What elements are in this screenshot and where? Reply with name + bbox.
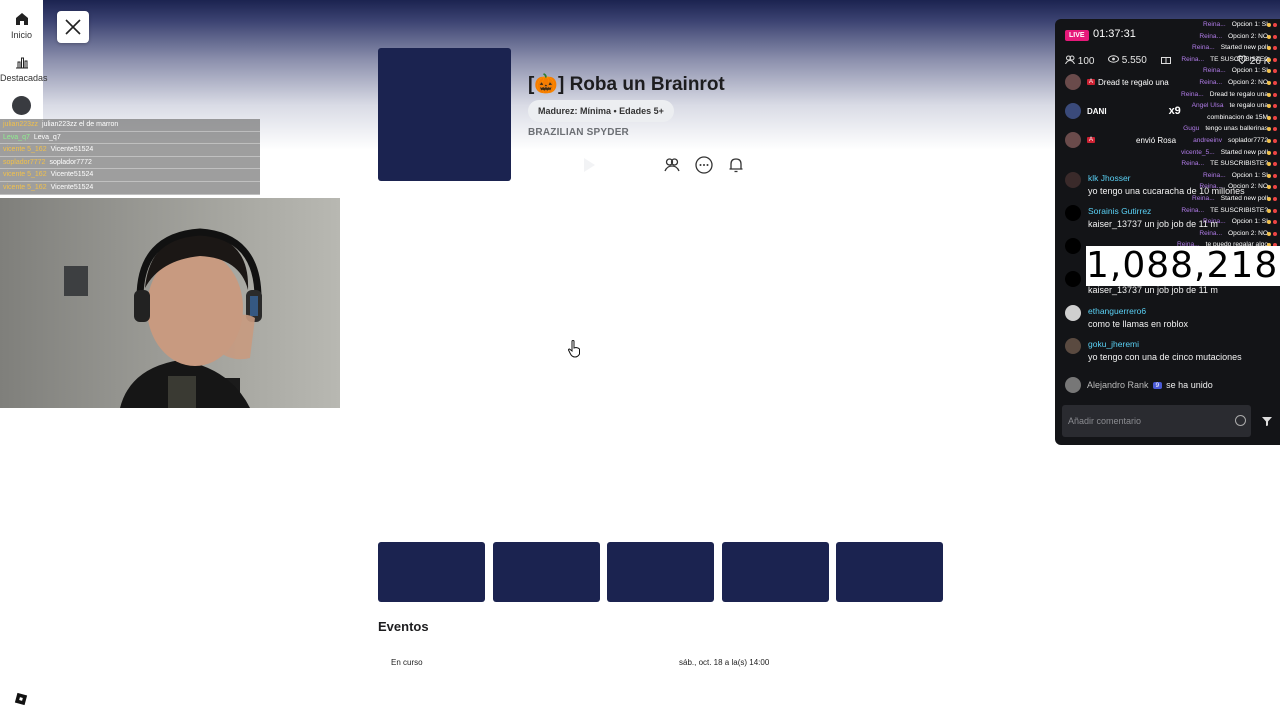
overlay-row: combinacion de 15M xyxy=(1165,112,1280,124)
creator-link[interactable]: BRAZILIAN SPYDER xyxy=(528,127,629,138)
home-icon xyxy=(15,13,28,25)
avatar xyxy=(1065,305,1081,321)
overlay-row: Gugu tengo unas ballerinas xyxy=(1165,123,1280,135)
level-badge: A xyxy=(1087,79,1096,85)
notify-button[interactable] xyxy=(723,152,749,178)
avatar[interactable] xyxy=(12,96,31,115)
overlay-row: andreeinv soplador7772 xyxy=(1165,135,1280,147)
overlay-row: Reina... Opcion 2: NO xyxy=(1165,77,1280,89)
media-tile[interactable] xyxy=(607,542,714,602)
people-icon xyxy=(1065,55,1075,65)
bell-icon xyxy=(729,158,743,173)
more-icon xyxy=(695,156,713,174)
mini-chat-row: julian223zz julian223zz el de marron xyxy=(0,119,260,132)
mini-chat-row: vicente 5_162 Vicente51524 xyxy=(0,182,260,195)
poll-overlay: Reina... Opcion 1: SI Reina... Opcion 2: N… xyxy=(1165,19,1280,249)
overlay-row: vicente_5... Started new poll xyxy=(1165,147,1280,159)
event-date: sáb., oct. 18 a la(s) 14:00 xyxy=(679,658,770,667)
overlay-row: Reina... TE SUSCRIBISTE? xyxy=(1165,158,1280,170)
mini-chat-overlay: julian223zz julian223zz el de marron Leva… xyxy=(0,119,260,195)
media-tile[interactable] xyxy=(836,542,943,602)
streamer-video-frame xyxy=(64,228,262,408)
nav-featured[interactable]: Destacadas xyxy=(0,55,48,83)
overlay-row: Reina... Opcion 2: NO xyxy=(1165,31,1280,43)
chart-icon xyxy=(15,57,28,69)
mini-chat-row: soplador7772 soplador7772 xyxy=(0,157,260,170)
nav-home[interactable]: Inicio xyxy=(0,12,43,40)
gift-row: DANI x9 xyxy=(1065,102,1181,120)
roblox-logo-icon[interactable] xyxy=(14,692,28,706)
gift-row: A envió Rosa xyxy=(1065,131,1176,149)
donation-counter: 1,088,218 xyxy=(1086,245,1280,286)
webcam-feed xyxy=(0,198,340,408)
more-options-button[interactable] xyxy=(691,152,717,178)
mini-chat-row: vicente 5_162 Vicente51524 xyxy=(0,169,260,182)
avatar xyxy=(1065,103,1081,119)
overlay-row: Reina... Opcion 1: SI xyxy=(1165,19,1280,31)
nav-home-label: Inicio xyxy=(10,30,32,40)
avatar xyxy=(1065,338,1081,354)
avatar xyxy=(1065,238,1081,254)
media-tile[interactable] xyxy=(722,542,829,602)
overlay-row: Reina... TE SUSCRIBISTE? xyxy=(1165,54,1280,66)
avatar xyxy=(1065,132,1081,148)
comment-input[interactable] xyxy=(1062,405,1222,437)
followers-stat: 100 xyxy=(1065,55,1094,67)
join-notice: Alejandro Rank 9 se ha unido xyxy=(1065,377,1213,393)
close-icon xyxy=(65,19,81,35)
avatar xyxy=(1065,205,1081,221)
level-badge: A xyxy=(1087,137,1096,143)
maturity-badge: Madurez: Mínima • Edades 5+ xyxy=(528,100,674,122)
mini-chat-row: vicente 5_162 Vicente51524 xyxy=(0,144,260,157)
close-button[interactable] xyxy=(57,11,89,43)
live-badge: LIVE xyxy=(1065,30,1089,41)
emoji-icon[interactable] xyxy=(1235,415,1246,426)
people-icon xyxy=(664,158,680,172)
avatar xyxy=(1065,271,1081,287)
overlay-row: Angel Ulsa te regalo una xyxy=(1165,100,1280,112)
viewers-stat: 5.550 xyxy=(1108,55,1147,66)
mini-chat-row: Leva_q7 Leva_q7 xyxy=(0,132,260,145)
hand-cursor-icon xyxy=(567,340,580,358)
events-heading: Eventos xyxy=(378,619,429,634)
event-status: En curso xyxy=(391,658,423,667)
avatar xyxy=(1065,172,1081,188)
overlay-row: Reina... Opcion 1: SI xyxy=(1165,65,1280,77)
send-icon[interactable] xyxy=(1261,415,1273,427)
stream-timer: 01:37:31 xyxy=(1093,28,1136,40)
stream-chat-panel: LIVE 01:37:31 100 5.550 26 K Reina... Opc… xyxy=(1055,19,1280,445)
gift-row: A Dread te regalo una xyxy=(1065,73,1169,91)
overlay-row: Reina... Opcion 2: NO xyxy=(1165,228,1280,240)
media-tile[interactable] xyxy=(493,542,600,602)
media-tile[interactable] xyxy=(378,542,485,602)
overlay-row: Reina... Opcion 1: SI xyxy=(1165,170,1280,182)
comment-box xyxy=(1062,405,1251,437)
nav-featured-label: Destacadas xyxy=(0,73,48,83)
game-thumbnail[interactable] xyxy=(378,48,511,181)
game-title: [🎃] Roba un Brainrot xyxy=(528,74,725,95)
overlay-row: Reina... Dread te regalo una xyxy=(1165,89,1280,101)
avatar xyxy=(1065,74,1081,90)
play-icon[interactable] xyxy=(584,158,595,172)
level-badge: 9 xyxy=(1152,381,1163,389)
overlay-row: Reina... Started new poll xyxy=(1165,42,1280,54)
avatar xyxy=(1065,377,1081,393)
eye-icon xyxy=(1108,55,1119,63)
party-button[interactable] xyxy=(659,152,685,178)
overlay-row: Reina... TE SUSCRIBISTE? xyxy=(1165,205,1280,217)
